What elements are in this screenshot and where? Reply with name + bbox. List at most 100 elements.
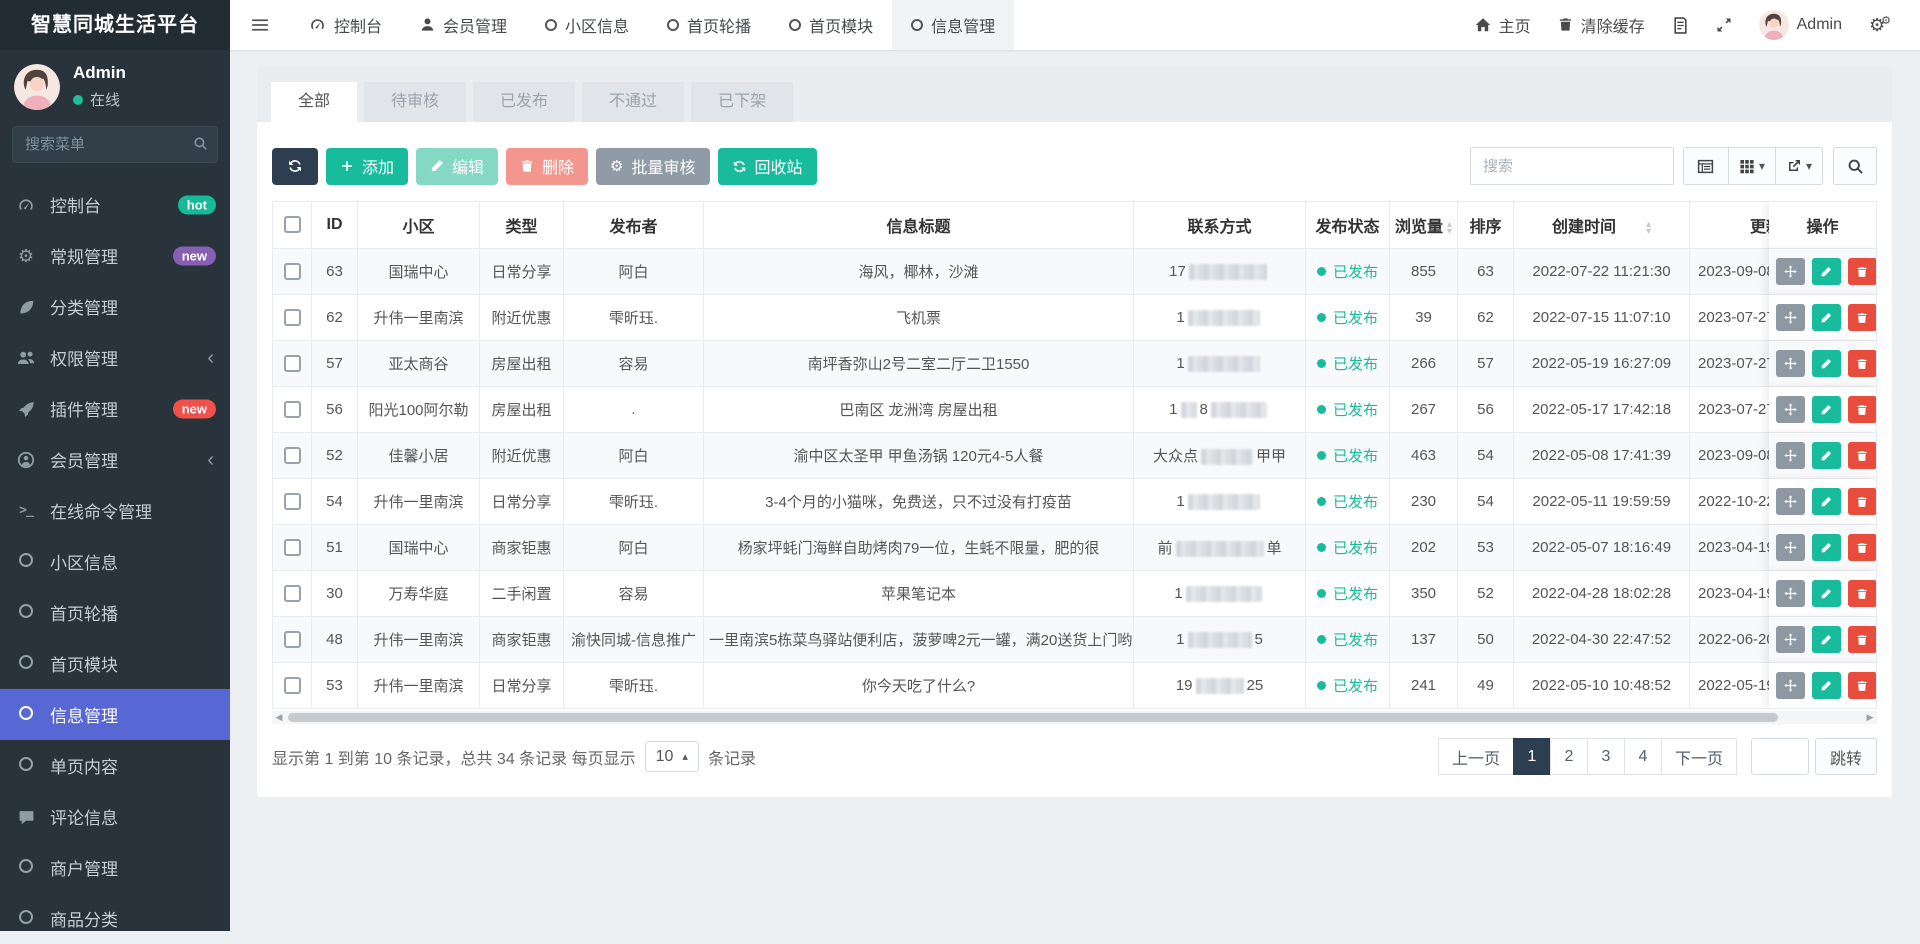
row-checkbox[interactable] <box>284 585 301 602</box>
page-button-2[interactable]: 2 <box>1550 738 1588 775</box>
detail-view-button[interactable] <box>1683 147 1729 185</box>
jump-page-input[interactable] <box>1751 738 1809 775</box>
tab-rejected[interactable]: 不通过 <box>582 82 684 122</box>
sidebar-item-category[interactable]: 分类管理 <box>0 281 230 332</box>
select-all-checkbox[interactable] <box>284 216 301 233</box>
user-menu[interactable]: Admin <box>1759 10 1842 40</box>
row-checkbox[interactable] <box>284 631 301 648</box>
edit-row-button[interactable] <box>1812 304 1841 331</box>
page-button-4[interactable]: 4 <box>1624 738 1662 775</box>
drag-row-button[interactable] <box>1776 442 1805 469</box>
drag-row-button[interactable] <box>1776 626 1805 653</box>
drag-row-button[interactable] <box>1776 672 1805 699</box>
tab-published[interactable]: 已发布 <box>473 82 575 122</box>
hamburger-menu-icon[interactable] <box>230 0 290 50</box>
drag-row-button[interactable] <box>1776 488 1805 515</box>
sidebar-item-merchant[interactable]: 商户管理 <box>0 842 230 893</box>
row-checkbox[interactable] <box>284 263 301 280</box>
sidebar-item-general[interactable]: ⚙ 常规管理 new <box>0 230 230 281</box>
delete-row-button[interactable] <box>1848 442 1877 469</box>
edit-button[interactable]: 编辑 <box>416 148 498 185</box>
row-checkbox[interactable] <box>284 309 301 326</box>
edit-row-button[interactable] <box>1812 488 1841 515</box>
delete-row-button[interactable] <box>1848 626 1877 653</box>
settings-gears-icon[interactable]: ⚙⚙ <box>1869 15 1895 36</box>
prev-page-button[interactable]: 上一页 <box>1438 738 1514 775</box>
navtab-member[interactable]: 会员管理 <box>401 0 526 50</box>
page-button-3[interactable]: 3 <box>1587 738 1625 775</box>
col-views[interactable]: 浏览量▴▾ <box>1390 201 1458 249</box>
delete-row-button[interactable] <box>1848 580 1877 607</box>
row-checkbox[interactable] <box>284 355 301 372</box>
drag-row-button[interactable] <box>1776 350 1805 377</box>
user-avatar[interactable] <box>14 64 60 110</box>
navtab-home-module[interactable]: 首页模块 <box>770 0 892 50</box>
navtab-dashboard[interactable]: 控制台 <box>290 0 401 50</box>
scroll-left-icon[interactable]: ◀ <box>272 712 286 723</box>
row-checkbox[interactable] <box>284 539 301 556</box>
delete-row-button[interactable] <box>1848 258 1877 285</box>
fullscreen-icon[interactable] <box>1716 17 1732 33</box>
scrollbar-thumb[interactable] <box>288 713 1778 722</box>
edit-row-button[interactable] <box>1812 350 1841 377</box>
add-button[interactable]: 添加 <box>326 148 408 185</box>
table-search-input[interactable] <box>1470 147 1674 185</box>
refresh-button[interactable] <box>272 148 318 185</box>
edit-row-button[interactable] <box>1812 396 1841 423</box>
edit-row-button[interactable] <box>1812 442 1841 469</box>
edit-row-button[interactable] <box>1812 626 1841 653</box>
delete-row-button[interactable] <box>1848 304 1877 331</box>
sidebar-item-home-carousel[interactable]: 首页轮播 <box>0 587 230 638</box>
sidebar-item-home-module[interactable]: 首页模块 <box>0 638 230 689</box>
drag-row-button[interactable] <box>1776 534 1805 561</box>
navtab-home-carousel[interactable]: 首页轮播 <box>648 0 770 50</box>
page-button-1[interactable]: 1 <box>1513 738 1551 775</box>
drag-row-button[interactable] <box>1776 304 1805 331</box>
export-button[interactable]: ▾ <box>1775 147 1823 185</box>
edit-row-button[interactable] <box>1812 258 1841 285</box>
edit-row-button[interactable] <box>1812 534 1841 561</box>
delete-button[interactable]: 删除 <box>506 148 588 185</box>
sidebar-search-input[interactable] <box>12 126 218 163</box>
next-page-button[interactable]: 下一页 <box>1661 738 1737 775</box>
edit-row-button[interactable] <box>1812 672 1841 699</box>
clear-cache-link[interactable]: 清除缓存 <box>1558 13 1645 37</box>
drag-row-button[interactable] <box>1776 396 1805 423</box>
page-size-select[interactable]: 10▴ <box>645 741 699 772</box>
edit-row-button[interactable] <box>1812 580 1841 607</box>
sidebar-item-plugin[interactable]: 插件管理 new <box>0 383 230 434</box>
document-icon[interactable] <box>1672 17 1689 34</box>
col-created[interactable]: 创建时间▴▾ <box>1514 201 1690 249</box>
row-checkbox[interactable] <box>284 401 301 418</box>
drag-row-button[interactable] <box>1776 580 1805 607</box>
sidebar-item-single-page[interactable]: 单页内容 <box>0 740 230 791</box>
navtab-info-management[interactable]: 信息管理 <box>892 0 1014 50</box>
sidebar-item-goods-category[interactable]: 商品分类 <box>0 893 230 944</box>
sidebar-item-comments[interactable]: 评论信息 <box>0 791 230 842</box>
sidebar-item-community-info[interactable]: 小区信息 <box>0 536 230 587</box>
delete-row-button[interactable] <box>1848 534 1877 561</box>
row-checkbox[interactable] <box>284 677 301 694</box>
drag-row-button[interactable] <box>1776 258 1805 285</box>
delete-row-button[interactable] <box>1848 488 1877 515</box>
jump-button[interactable]: 跳转 <box>1815 738 1877 775</box>
delete-row-button[interactable] <box>1848 350 1877 377</box>
navtab-community-info[interactable]: 小区信息 <box>526 0 648 50</box>
home-link[interactable]: 主页 <box>1475 13 1531 37</box>
tab-offline[interactable]: 已下架 <box>691 82 793 122</box>
delete-row-button[interactable] <box>1848 396 1877 423</box>
row-checkbox[interactable] <box>284 447 301 464</box>
sidebar-item-member[interactable]: 会员管理 ‹ <box>0 434 230 485</box>
batch-audit-button[interactable]: ⚙批量审核 <box>596 148 709 185</box>
tab-pending[interactable]: 待审核 <box>364 82 466 122</box>
search-button[interactable] <box>1833 147 1877 185</box>
tab-all[interactable]: 全部 <box>271 82 357 122</box>
horizontal-scrollbar[interactable]: ◀ ▶ <box>272 711 1877 724</box>
recycle-bin-button[interactable]: 回收站 <box>718 148 817 185</box>
sidebar-item-dashboard[interactable]: 控制台 hot <box>0 179 230 230</box>
delete-row-button[interactable] <box>1848 672 1877 699</box>
columns-toggle-button[interactable]: ▾ <box>1728 147 1776 185</box>
sidebar-item-online-command[interactable]: >_ 在线命令管理 <box>0 485 230 536</box>
sidebar-item-permission[interactable]: 权限管理 ‹ <box>0 332 230 383</box>
sidebar-item-info-management[interactable]: 信息管理 <box>0 689 230 740</box>
